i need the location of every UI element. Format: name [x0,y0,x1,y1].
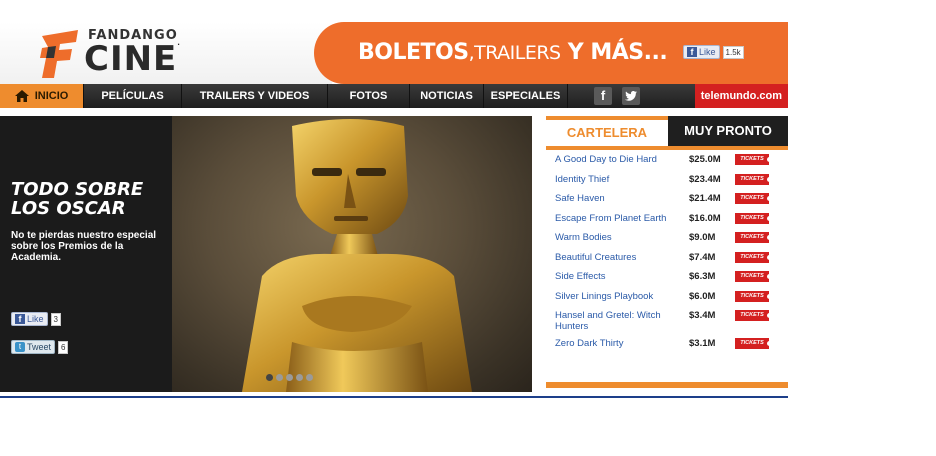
banner-text: BOLETOS,TRAILERS Y MÁS... [358,40,668,65]
movie-title-link[interactable]: Hansel and Gretel: Witch Hunters [555,310,689,332]
tickets-button[interactable]: TICKETS [735,251,772,263]
tab-cartelera[interactable]: CARTELERA [546,116,668,146]
oscar-statue-illustration [242,119,472,392]
tickets-button[interactable]: TICKETS [735,212,772,224]
main-nav: INICIO PELÍCULAS TRAILERS Y VIDEOS FOTOS… [0,84,788,108]
hero-like-count: 3 [50,312,61,326]
movie-title-link[interactable]: Silver Linings Playbook [555,291,689,302]
tab-muy-pronto[interactable]: MUY PRONTO [668,116,788,146]
list-item: Escape From Planet Earth $16.0M TICKETS [546,212,788,233]
hero-tweet-button[interactable]: t Tweet [11,340,56,354]
slide-dot[interactable] [296,374,303,381]
hero-like-button[interactable]: f Like [11,312,48,326]
movie-list: A Good Day to Die Hard $25.0M TICKETS Id… [546,150,788,358]
nav-social-links: f [568,87,664,105]
movie-gross: $21.4M [689,193,721,204]
list-item: Beautiful Creatures $7.4M TICKETS [546,251,788,272]
hero-title[interactable]: TODO SOBRE LOS OSCAR [11,180,143,218]
tickets-button[interactable]: TICKETS [735,310,772,321]
hero-like-widget[interactable]: f Like 3 [11,312,61,326]
tickets-button[interactable]: TICKETS [735,193,772,204]
nav-item-peliculas[interactable]: PELÍCULAS [84,84,182,108]
facebook-icon: f [15,314,25,324]
logo-text-cine: CINE. [84,39,181,79]
hero-feature[interactable]: TODO SOBRE LOS OSCAR No te pierdas nuest… [0,116,532,392]
movie-gross: $7.4M [689,251,716,263]
list-item: Silver Linings Playbook $6.0M TICKETS [546,290,788,311]
facebook-icon[interactable]: f [594,87,612,105]
hero-tweet-widget[interactable]: t Tweet 6 [11,340,69,354]
tickets-button[interactable]: TICKETS [735,154,772,165]
tickets-button[interactable]: TICKETS [735,173,772,185]
movie-gross: $6.0M [689,290,716,302]
page-frame: FANDANGO CINE. BOLETOS,TRAILERS Y MÁS...… [0,22,788,398]
list-item: Identity Thief $23.4M TICKETS [546,173,788,194]
list-item: Hansel and Gretel: Witch Hunters $3.4M T… [546,310,788,338]
tickets-button[interactable]: TICKETS [735,271,772,282]
movie-gross: $16.0M [689,212,721,224]
fandango-f-logo-icon [40,30,78,78]
hero-description: No te pierdas nuestro especial sobre los… [11,230,157,263]
home-icon [14,90,29,102]
movie-gross: $23.4M [689,173,721,185]
nav-item-especiales[interactable]: ESPECIALES [484,84,568,108]
movie-title-link[interactable]: Side Effects [555,271,689,282]
nav-item-fotos[interactable]: FOTOS [328,84,410,108]
list-item: A Good Day to Die Hard $25.0M TICKETS [546,154,788,174]
nav-item-trailers-videos[interactable]: TRAILERS Y VIDEOS [182,84,328,108]
facebook-like-count: 1.5k [722,45,744,59]
movie-gross: $9.0M [689,232,716,243]
facebook-like-widget[interactable]: f Like 1.5k [683,45,744,59]
movie-gross: $25.0M [689,154,721,165]
movie-title-link[interactable]: Zero Dark Thirty [555,338,689,349]
facebook-like-button[interactable]: f Like [683,45,720,59]
list-item: Side Effects $6.3M TICKETS [546,271,788,291]
movie-title-link[interactable]: Beautiful Creatures [555,252,689,263]
oscar-statue-image [172,116,532,392]
movie-gross: $6.3M [689,271,716,282]
sidebar-bottom-bar [546,382,788,388]
movie-title-link[interactable]: Escape From Planet Earth [555,213,689,224]
fandango-cine-logo[interactable]: FANDANGO CINE. [0,22,332,84]
promo-banner[interactable]: BOLETOS,TRAILERS Y MÁS... f Like 1.5k [314,22,788,84]
list-item: Zero Dark Thirty $3.1M TICKETS [546,338,788,358]
telemundo-link[interactable]: telemundo.com [694,84,788,108]
slide-dot[interactable] [266,374,273,381]
box-office-sidebar: CARTELERA MUY PRONTO A Good Day to Die H… [546,116,788,398]
twitter-bird-icon: t [15,342,25,352]
movie-title-link[interactable]: A Good Day to Die Hard [555,154,689,165]
movie-title-link[interactable]: Identity Thief [555,174,689,185]
nav-item-noticias[interactable]: NOTICIAS [410,84,484,108]
list-item: Warm Bodies $9.0M TICKETS [546,232,788,252]
divider [0,396,788,398]
facebook-icon: f [687,47,697,57]
tickets-button[interactable]: TICKETS [735,232,772,243]
movie-title-link[interactable]: Warm Bodies [555,232,689,243]
sidebar-tabs: CARTELERA MUY PRONTO [546,116,788,150]
slide-dot[interactable] [276,374,283,381]
twitter-icon[interactable] [622,87,640,105]
nav-item-inicio[interactable]: INICIO [0,84,84,108]
movie-gross: $3.4M [689,310,716,321]
header: FANDANGO CINE. BOLETOS,TRAILERS Y MÁS...… [0,22,788,84]
hero-tweet-count: 6 [58,340,69,354]
movie-title-link[interactable]: Safe Haven [555,193,689,204]
tickets-button[interactable]: TICKETS [735,338,772,349]
slide-dot[interactable] [306,374,313,381]
slideshow-dots [266,374,313,381]
movie-gross: $3.1M [689,338,716,349]
list-item: Safe Haven $21.4M TICKETS [546,193,788,213]
tickets-button[interactable]: TICKETS [735,290,772,302]
slide-dot[interactable] [286,374,293,381]
